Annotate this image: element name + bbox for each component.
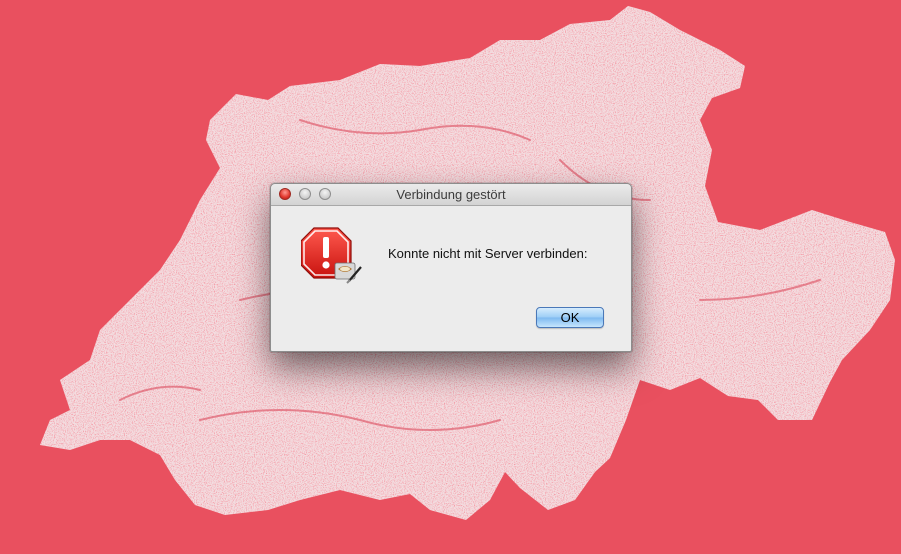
stop-alert-icon xyxy=(300,227,363,285)
title-bar: Verbindung gestört xyxy=(271,184,631,206)
window-title: Verbindung gestört xyxy=(396,187,506,202)
ok-button[interactable]: OK xyxy=(536,307,604,328)
alert-message: Konnte nicht mit Server verbinden: xyxy=(388,246,588,261)
alert-dialog: Verbindung gestört Konnte nicht mit Serv… xyxy=(270,183,632,352)
